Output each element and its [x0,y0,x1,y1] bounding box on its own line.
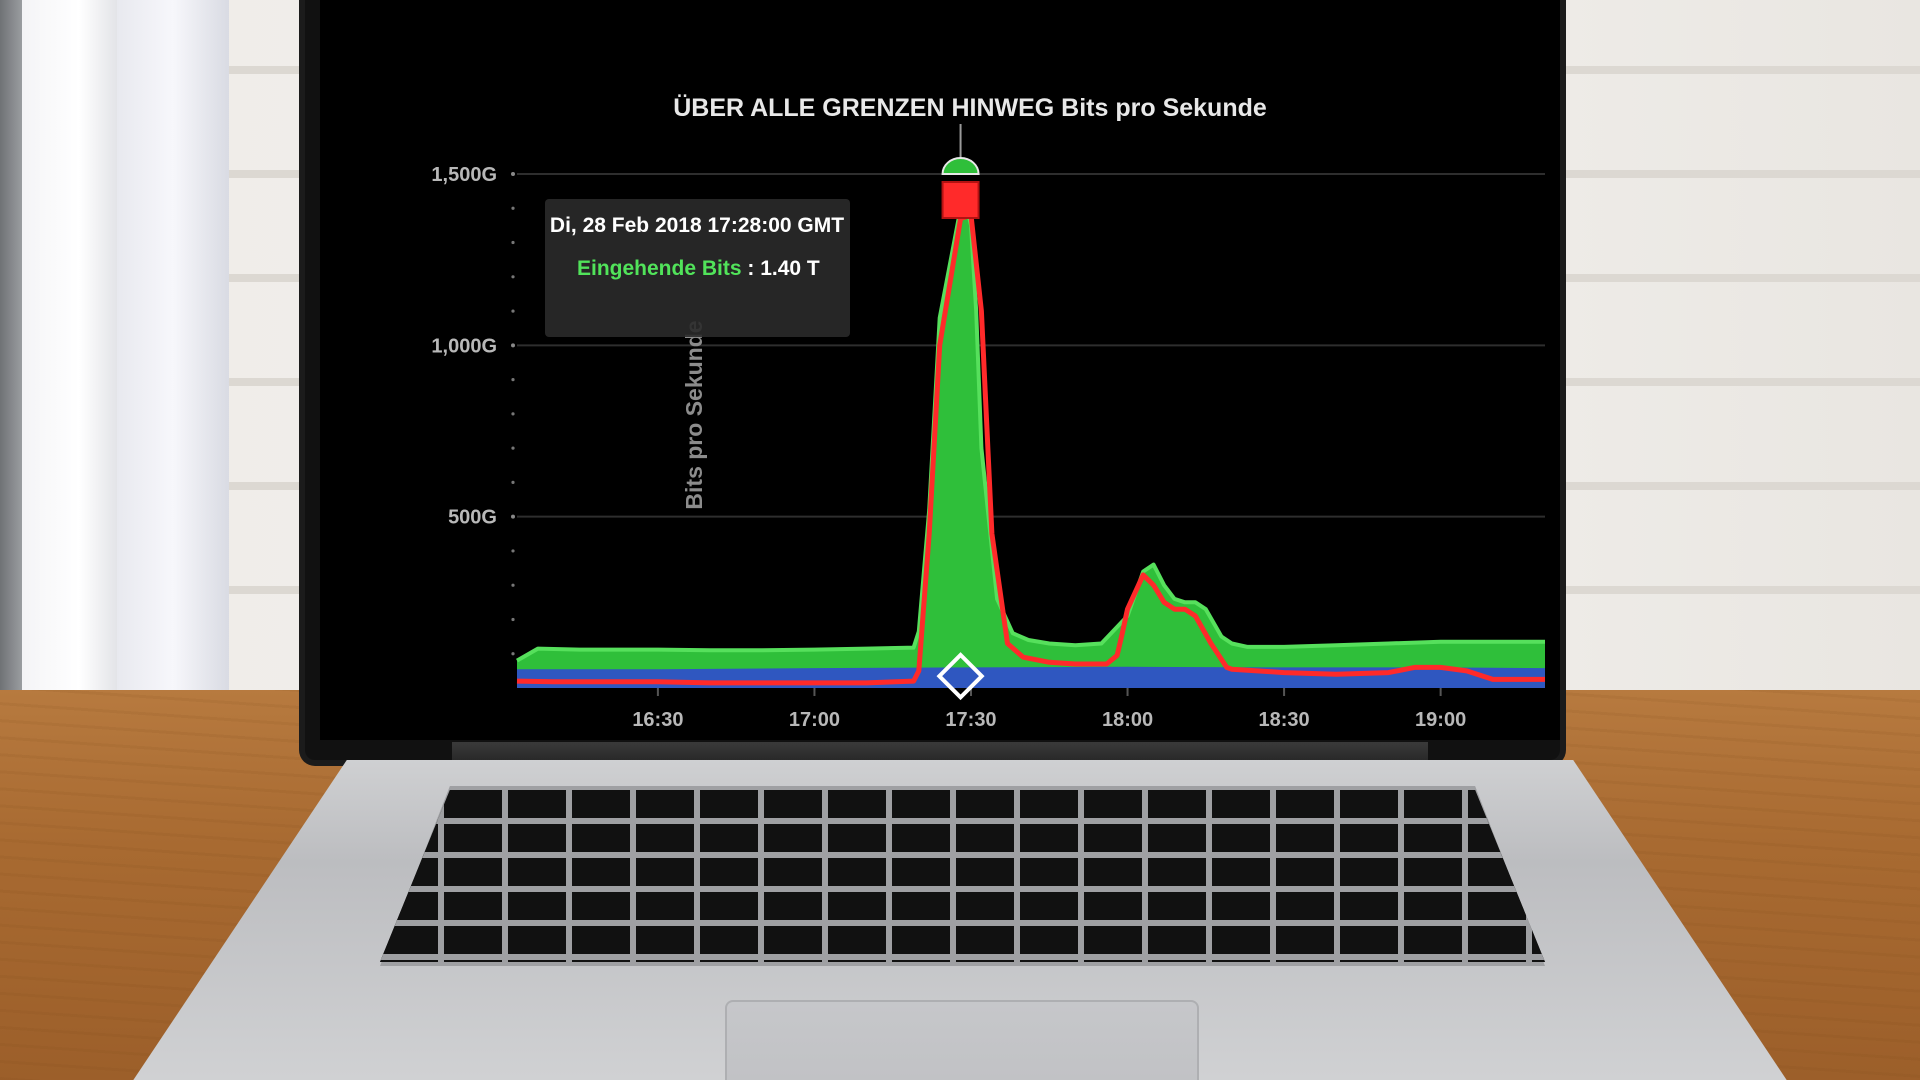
y-minor-tick [511,446,515,450]
chart-tooltip: Di, 28 Feb 2018 17:28:00 GMT Eingehende … [545,199,850,337]
y-minor-tick [511,617,515,622]
y-minor-tick [511,240,515,245]
book-spine [22,0,119,755]
y-tick-label: 1,500G [431,164,497,186]
x-tick-label: 16:30 [632,709,683,731]
book-spine [0,0,22,755]
peak-marker-red [941,181,980,219]
x-tick-label: 17:00 [789,709,840,731]
y-minor-tick [511,206,515,210]
tooltip-value: 1.40 T [760,257,820,280]
y-tick-mark [511,343,515,348]
bits-chart: 500G 1,000G 1,500G 16:30 17:00 17:30 18:00 18:3… [431,93,1545,731]
peak-marker-green [941,157,980,175]
laptop-screen: 500G 1,000G 1,500G 16:30 17:00 17:30 18:00 18:3… [320,0,1560,740]
y-minor-tick [511,275,515,279]
y-tick-label: 500G [448,507,497,529]
tooltip-series-name: Eingehende Bits [577,257,742,280]
books-on-left [0,0,250,755]
y-axis-label: Bits pro Sekunde [681,320,707,509]
keyboard [380,790,1545,962]
laptop-photo-scene: 500G 1,000G 1,500G 16:30 17:00 17:30 18:00 18:3… [0,0,1920,1080]
tooltip-line: Eingehende Bits : 1.40 T [577,257,820,280]
chart-title: ÜBER ALLE GRENZEN HINWEG Bits pro Sekund… [673,93,1267,122]
trackpad [725,1000,1199,1080]
y-tick-label: 1,000G [431,335,497,357]
y-minor-tick [511,378,515,382]
y-minor-tick [511,549,515,553]
y-minor-tick [511,652,515,656]
y-minor-tick [511,309,515,313]
x-tick-label: 17:30 [945,709,996,731]
x-tick-label: 18:00 [1102,709,1153,731]
x-tick-label: 19:00 [1415,709,1466,731]
y-tick-mark [511,172,515,176]
x-tick-label: 18:30 [1259,709,1310,731]
book-spine [117,0,229,750]
y-minor-tick [511,412,515,416]
tooltip-date: Di, 28 Feb 2018 17:28:00 GMT [550,214,844,237]
y-tick-mark [511,514,515,519]
tooltip-separator: : [742,257,761,280]
y-minor-tick [511,480,515,484]
y-minor-tick [511,583,515,587]
